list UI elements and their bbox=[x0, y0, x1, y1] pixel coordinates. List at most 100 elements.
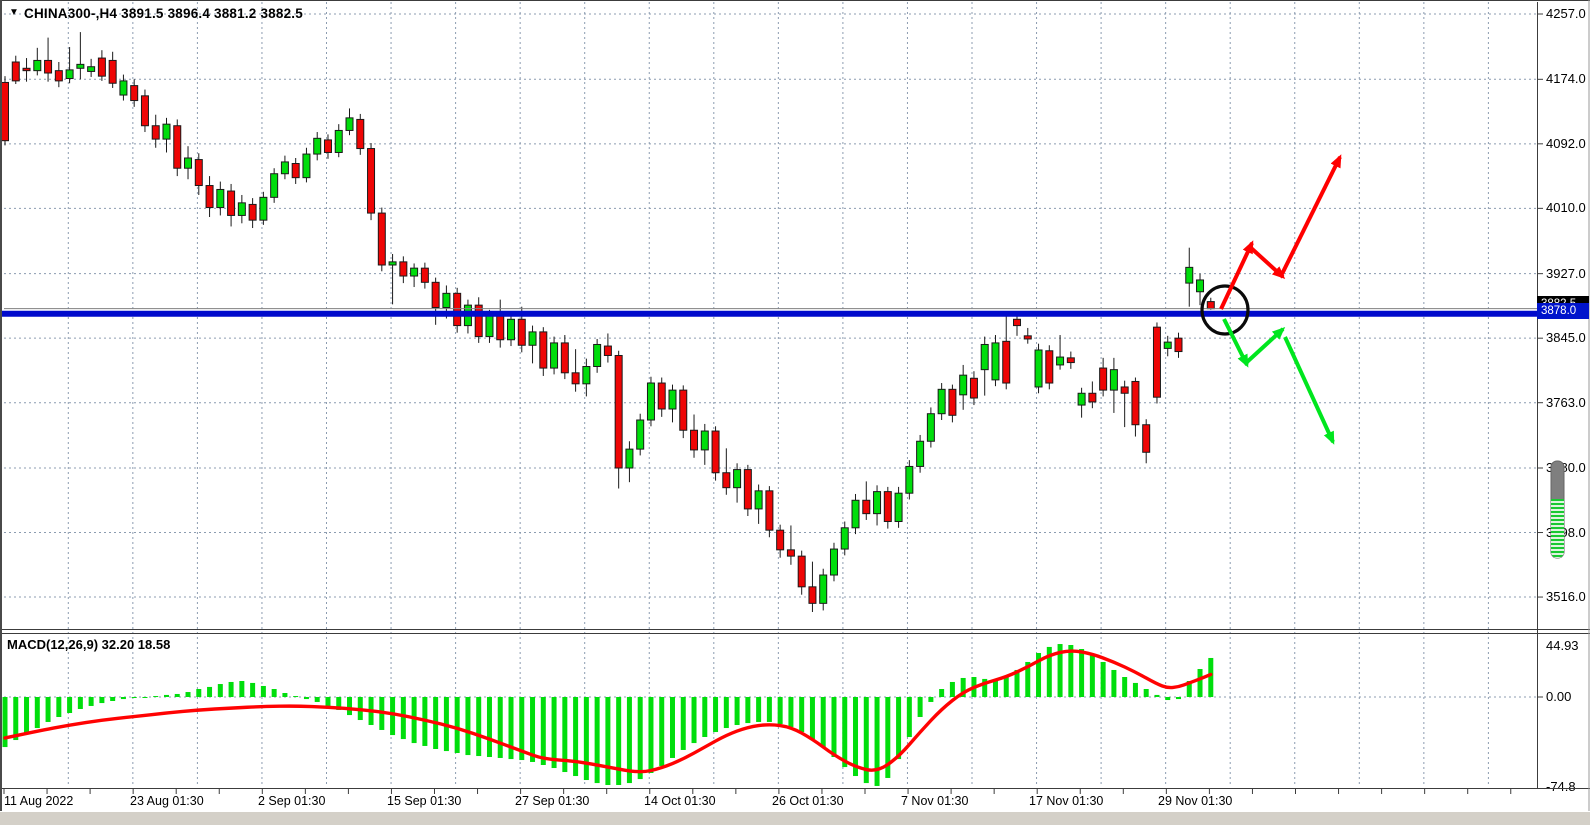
candle[interactable] bbox=[518, 319, 525, 345]
candle[interactable] bbox=[906, 466, 913, 493]
bullish-scenario-arrow[interactable] bbox=[1250, 247, 1283, 277]
candle[interactable] bbox=[841, 528, 848, 549]
candle[interactable] bbox=[1014, 319, 1021, 325]
candle[interactable] bbox=[1186, 267, 1193, 283]
candle[interactable] bbox=[895, 493, 902, 521]
chart-canvas[interactable] bbox=[0, 0, 1590, 825]
candle[interactable] bbox=[647, 383, 654, 420]
candle[interactable] bbox=[141, 96, 148, 126]
candle[interactable] bbox=[1164, 342, 1171, 348]
candle[interactable] bbox=[615, 355, 622, 468]
candle[interactable] bbox=[1175, 338, 1182, 351]
bearish-scenario-arrow[interactable] bbox=[1285, 337, 1333, 442]
candle[interactable] bbox=[217, 189, 224, 207]
candle[interactable] bbox=[454, 293, 461, 325]
candle[interactable] bbox=[992, 343, 999, 380]
candle[interactable] bbox=[777, 530, 784, 550]
candle[interactable] bbox=[497, 315, 504, 339]
candle[interactable] bbox=[1197, 280, 1204, 292]
candle[interactable] bbox=[292, 164, 299, 178]
candle[interactable] bbox=[378, 213, 385, 265]
candle[interactable] bbox=[1067, 358, 1074, 363]
candle[interactable] bbox=[809, 587, 816, 604]
candle[interactable] bbox=[1100, 368, 1107, 390]
candle[interactable] bbox=[475, 305, 482, 336]
annotations[interactable] bbox=[1202, 157, 1340, 442]
candle[interactable] bbox=[572, 373, 579, 384]
candle[interactable] bbox=[766, 491, 773, 530]
candle[interactable] bbox=[960, 375, 967, 395]
candle[interactable] bbox=[508, 319, 515, 339]
candle[interactable] bbox=[863, 500, 870, 513]
candle[interactable] bbox=[45, 60, 52, 73]
candle[interactable] bbox=[185, 158, 192, 168]
candle[interactable] bbox=[281, 162, 288, 174]
candle[interactable] bbox=[174, 126, 181, 168]
candle[interactable] bbox=[637, 420, 644, 449]
candle[interactable] bbox=[604, 346, 611, 355]
candle[interactable] bbox=[271, 174, 278, 198]
candle[interactable] bbox=[23, 68, 30, 70]
candle[interactable] bbox=[357, 119, 364, 148]
candle[interactable] bbox=[400, 262, 407, 276]
chart-collapse-icon[interactable]: ▼ bbox=[9, 7, 19, 18]
candle[interactable] bbox=[206, 186, 213, 208]
candle[interactable] bbox=[12, 62, 19, 81]
candle[interactable] bbox=[77, 64, 84, 68]
candle[interactable] bbox=[346, 118, 353, 131]
candle[interactable] bbox=[949, 389, 956, 415]
candle[interactable] bbox=[1089, 393, 1096, 402]
candle[interactable] bbox=[421, 268, 428, 282]
candle[interactable] bbox=[1132, 381, 1139, 424]
candle[interactable] bbox=[34, 60, 41, 70]
candle[interactable] bbox=[970, 378, 977, 398]
scrollbar-thumb[interactable] bbox=[1551, 461, 1564, 558]
candle[interactable] bbox=[680, 390, 687, 430]
candle[interactable] bbox=[131, 86, 138, 101]
candle[interactable] bbox=[551, 343, 558, 368]
candle[interactable] bbox=[1110, 370, 1117, 390]
candle[interactable] bbox=[368, 149, 375, 214]
candle[interactable] bbox=[691, 430, 698, 450]
candle[interactable] bbox=[669, 390, 676, 409]
candle[interactable] bbox=[152, 126, 159, 139]
candle[interactable] bbox=[1035, 350, 1042, 387]
candle[interactable] bbox=[163, 124, 170, 139]
candle[interactable] bbox=[335, 130, 342, 152]
candle[interactable] bbox=[1153, 327, 1160, 397]
candle[interactable] bbox=[443, 293, 450, 307]
candle[interactable] bbox=[55, 71, 62, 81]
candle[interactable] bbox=[314, 138, 321, 154]
candle[interactable] bbox=[88, 67, 95, 72]
candle[interactable] bbox=[1057, 357, 1064, 365]
candle[interactable] bbox=[787, 550, 794, 556]
candle[interactable] bbox=[1121, 387, 1128, 393]
candle[interactable] bbox=[594, 344, 601, 366]
candle[interactable] bbox=[1143, 425, 1150, 453]
candle[interactable] bbox=[432, 282, 439, 307]
candle[interactable] bbox=[1003, 341, 1010, 383]
candle[interactable] bbox=[1078, 393, 1085, 405]
candle[interactable] bbox=[228, 191, 235, 215]
candle[interactable] bbox=[723, 473, 730, 488]
candle[interactable] bbox=[249, 204, 256, 220]
candle[interactable] bbox=[66, 70, 73, 79]
candle[interactable] bbox=[195, 160, 202, 186]
bearish-scenario-arrow[interactable] bbox=[1247, 329, 1283, 362]
candle[interactable] bbox=[324, 140, 331, 153]
candle[interactable] bbox=[884, 492, 891, 522]
candle[interactable] bbox=[938, 389, 945, 413]
candle[interactable] bbox=[927, 414, 934, 442]
candle[interactable] bbox=[798, 556, 805, 587]
candle[interactable] bbox=[820, 575, 827, 603]
candle[interactable] bbox=[917, 441, 924, 466]
candle[interactable] bbox=[874, 492, 881, 514]
candle[interactable] bbox=[561, 343, 568, 373]
candle[interactable] bbox=[1046, 351, 1053, 383]
candlesticks[interactable] bbox=[2, 32, 1215, 612]
candle[interactable] bbox=[1207, 302, 1214, 309]
candle[interactable] bbox=[744, 470, 751, 509]
candle[interactable] bbox=[712, 431, 719, 473]
candle[interactable] bbox=[830, 549, 837, 575]
bullish-scenario-arrow[interactable] bbox=[1221, 243, 1252, 309]
